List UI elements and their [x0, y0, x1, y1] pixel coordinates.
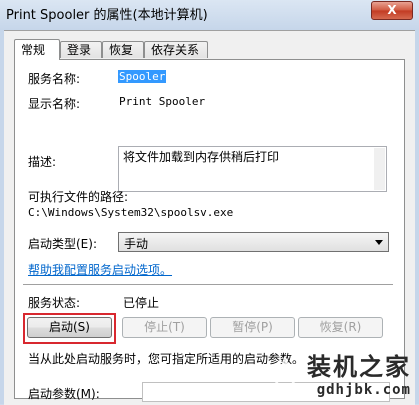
watermark-url: gdhjbk.com: [316, 382, 411, 398]
properties-window: Print Spooler 的属性(本地计算机) X 常规 登录 恢复 依存关系…: [0, 0, 419, 405]
watermark: 装机之家 gdhjbk.com: [307, 347, 411, 398]
stop-button[interactable]: 停止(T): [122, 317, 207, 338]
startup-type-label: 启动类型(E):: [28, 237, 97, 251]
exe-path-label: 可执行文件的路径:: [28, 190, 129, 204]
service-name-label: 服务名称:: [28, 72, 81, 86]
status-value: 已停止: [123, 296, 160, 310]
description-scrollbar[interactable]: [374, 148, 385, 190]
description-label: 描述:: [28, 155, 57, 169]
startup-type-select[interactable]: 手动: [118, 232, 389, 252]
service-name-value[interactable]: Spooler: [118, 70, 167, 83]
tab-recovery[interactable]: 恢复: [102, 41, 144, 58]
tab-dependencies[interactable]: 依存关系: [144, 41, 208, 58]
resume-button[interactable]: 恢复(R): [298, 317, 383, 338]
description-box[interactable]: 将文件加载到内存供稍后打印: [118, 146, 387, 192]
chevron-down-icon: [375, 240, 383, 245]
divider: [23, 284, 393, 286]
display-name-value[interactable]: Print Spooler: [119, 95, 205, 108]
display-name-label: 显示名称:: [28, 97, 81, 111]
pause-button[interactable]: 暂停(P): [210, 317, 295, 338]
watermark-star-icon: [263, 356, 307, 400]
startup-type-value: 手动: [124, 237, 149, 251]
start-button[interactable]: 启动(S): [27, 317, 112, 338]
param-label: 启动参数(M):: [28, 387, 100, 401]
window-title: Print Spooler 的属性(本地计算机): [6, 8, 208, 23]
title-bar[interactable]: Print Spooler 的属性(本地计算机) X: [0, 0, 419, 24]
help-link[interactable]: 帮助我配置服务启动选项。: [28, 261, 172, 278]
close-button[interactable]: X: [371, 1, 413, 20]
exe-path-value[interactable]: C:\Windows\System32\spoolsv.exe: [28, 206, 233, 219]
description-text: 将文件加载到内存供稍后打印: [123, 150, 280, 164]
status-label: 服务状态:: [28, 296, 81, 310]
watermark-title: 装机之家: [307, 352, 411, 381]
tab-general[interactable]: 常规: [14, 39, 60, 60]
tab-logon[interactable]: 登录: [60, 41, 102, 58]
